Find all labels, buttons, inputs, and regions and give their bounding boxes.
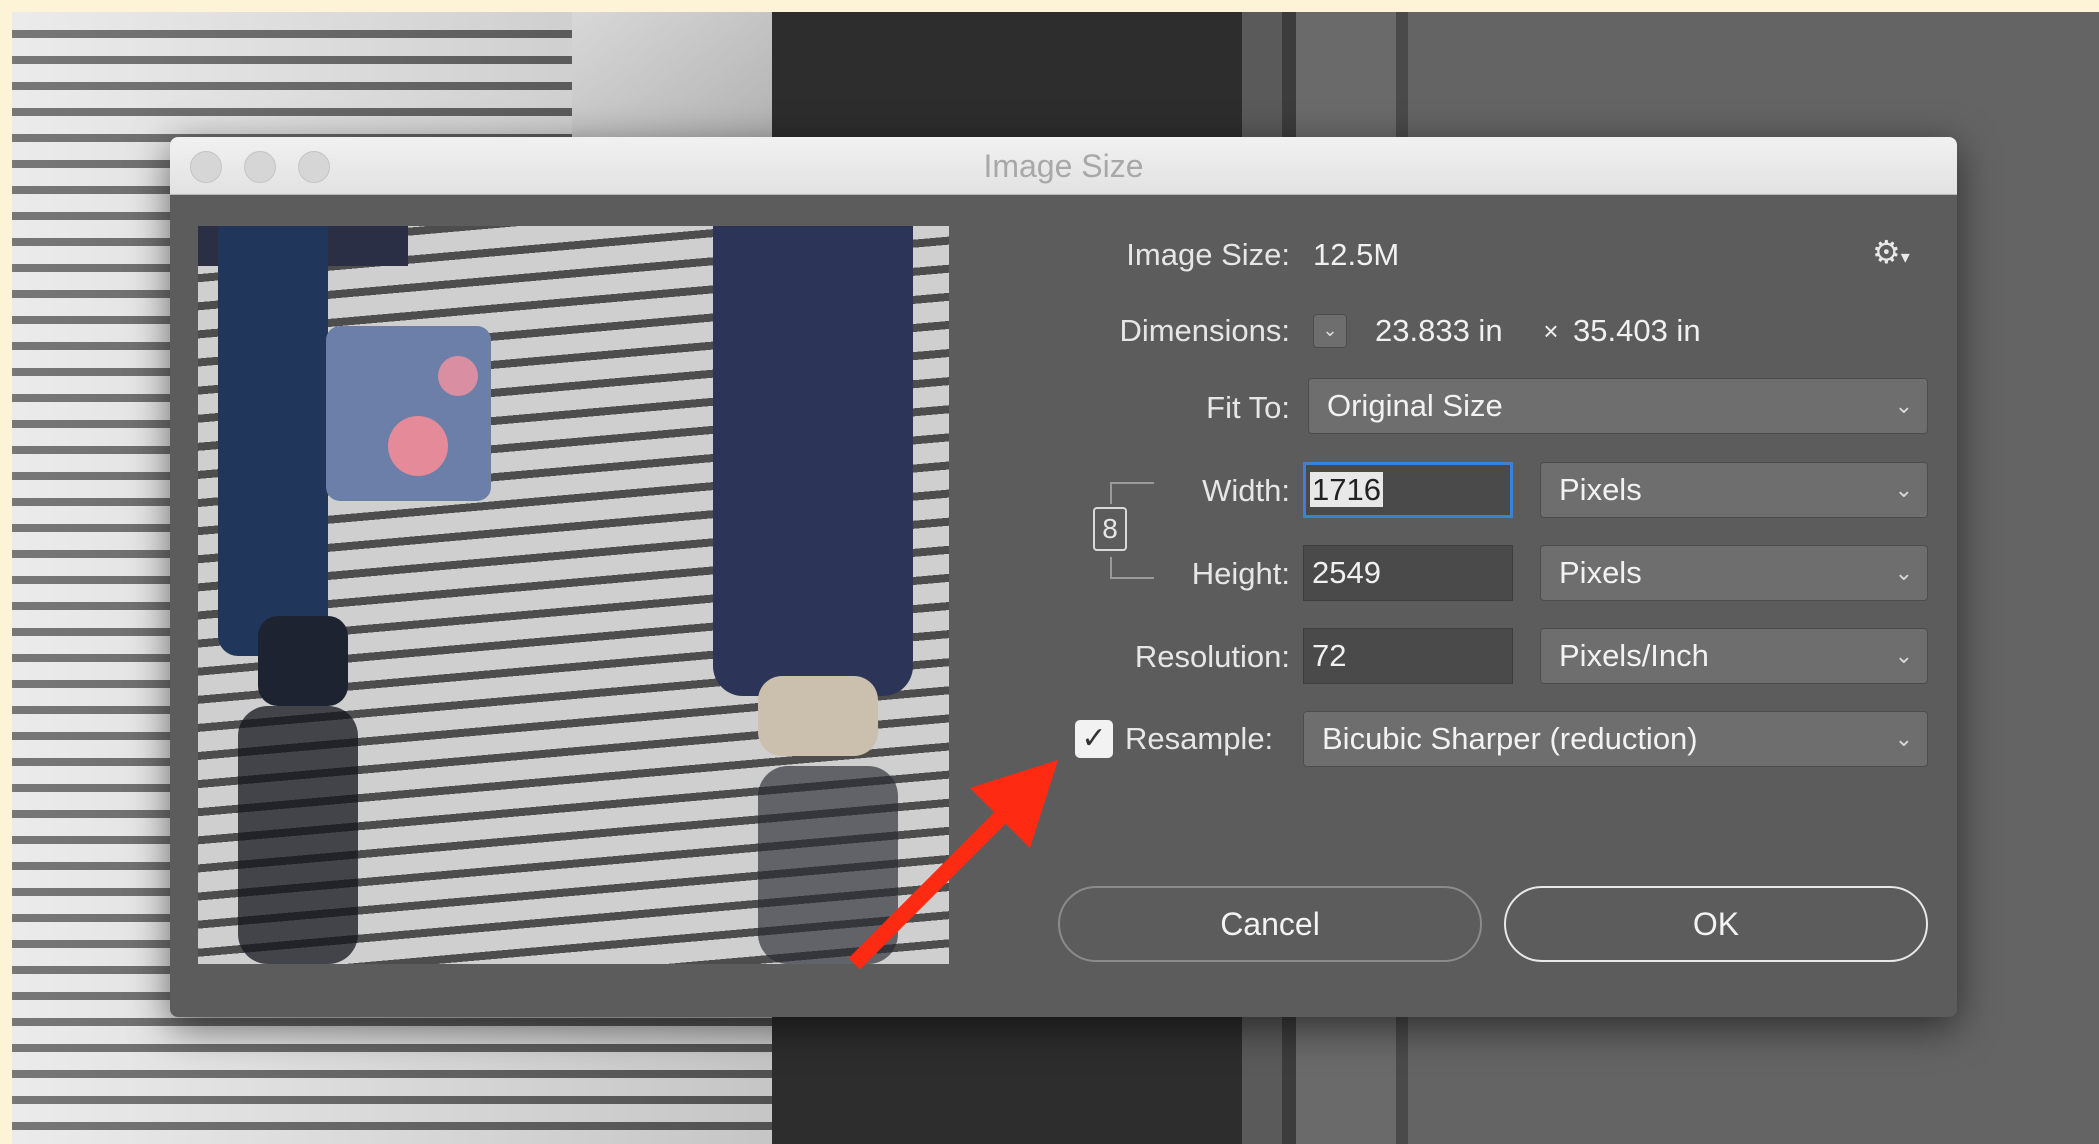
red-arrow-annotation <box>848 760 1058 970</box>
arrow-shaft <box>848 798 1020 970</box>
